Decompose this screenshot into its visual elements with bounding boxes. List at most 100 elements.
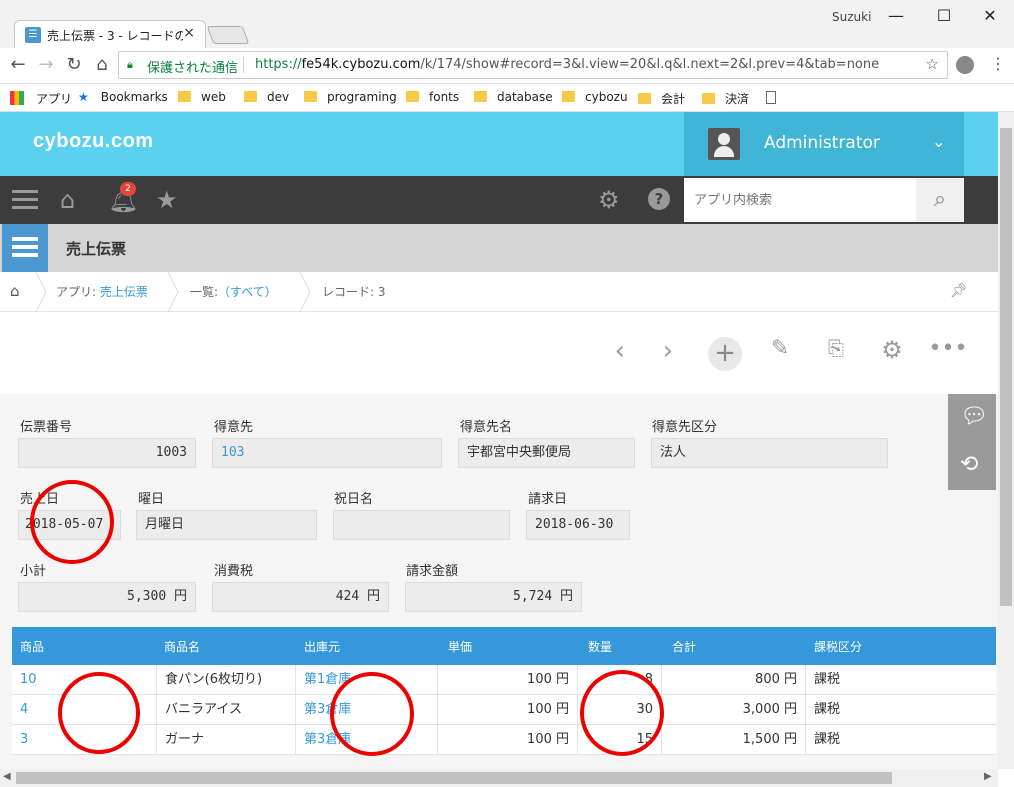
- col-header-warehouse: 出庫元: [304, 640, 341, 654]
- tab-title: 売上伝票 - 3 - レコードの詳: [47, 29, 183, 43]
- cell-total: 3,000 円: [662, 695, 806, 725]
- pin-icon[interactable]: 📌︎: [950, 283, 968, 299]
- gear-icon[interactable]: ⚙: [872, 336, 912, 364]
- bookmark-label: programing: [327, 90, 397, 104]
- field-tax: 424 円: [212, 582, 389, 612]
- field-subtotal: 5,300 円: [18, 582, 196, 612]
- app-titlebar: [0, 224, 998, 272]
- field-customer-type: 法人: [651, 438, 888, 468]
- bookmark-label: 決済: [725, 92, 750, 106]
- url-host: fe54k.cybozu.com: [301, 57, 421, 72]
- scroll-left-arrow-icon[interactable]: ◀: [3, 771, 11, 782]
- bookmark-database[interactable]: database: [474, 90, 553, 104]
- app-search-input[interactable]: [684, 178, 916, 222]
- bookmark-label: 会計: [661, 92, 686, 106]
- bookmark-accounting[interactable]: 会計: [638, 90, 685, 107]
- cell-price: 100 円: [438, 665, 578, 695]
- tab-close-icon[interactable]: ×: [183, 25, 195, 41]
- home-icon[interactable]: ⌂: [10, 282, 20, 300]
- history-icon[interactable]: ⟲: [960, 452, 978, 477]
- duplicate-icon[interactable]: ⎘: [816, 336, 856, 360]
- field-label-weekday: 曜日: [138, 492, 165, 507]
- breadcrumb-app-link[interactable]: 売上伝票: [100, 285, 148, 299]
- cell-tax-type: 課税: [814, 702, 841, 717]
- minimize-button[interactable]: —: [876, 6, 916, 25]
- gear-icon[interactable]: ⚙: [598, 186, 620, 214]
- field-label-billing-amount: 請求金額: [406, 564, 459, 579]
- address-bar[interactable]: 🔒︎ 保護された通信 https://fe54k.cybozu.com/k/17…: [118, 51, 948, 79]
- side-panel: 💬︎ ⟲: [948, 394, 996, 490]
- app-name[interactable]: 売上伝票: [66, 238, 126, 259]
- home-icon[interactable]: ⌂: [90, 54, 114, 75]
- field-label-customer: 得意先: [214, 420, 254, 435]
- hamburger-menu-icon[interactable]: [12, 190, 38, 193]
- folder-icon: [178, 91, 191, 102]
- home-icon[interactable]: ⌂: [60, 186, 75, 214]
- table-header: 商品 商品名 出庫元 単価 数量 合計 課税区分: [12, 627, 996, 665]
- bookmark-dev[interactable]: dev: [244, 90, 289, 104]
- close-window-button[interactable]: ✕: [970, 6, 1010, 25]
- bookmark-cybozu[interactable]: cybozu: [562, 90, 628, 104]
- horizontal-scroll-thumb[interactable]: [16, 772, 892, 784]
- new-tab-button[interactable]: [206, 26, 250, 44]
- menu-kebab-icon[interactable]: ⋮: [990, 54, 1006, 73]
- bookmark-apps[interactable]: アプリ: [10, 90, 72, 107]
- annotation-circle: [580, 670, 664, 756]
- app-list-icon[interactable]: [2, 224, 48, 272]
- table-row: 4 バニラアイス 第3倉庫 100 円 30 3,000 円 課税: [12, 695, 996, 725]
- bookmark-payment[interactable]: 決済: [702, 90, 749, 107]
- edit-icon[interactable]: ✎: [760, 336, 800, 361]
- url-scheme: https://: [255, 57, 302, 72]
- prev-record-icon[interactable]: ‹: [600, 336, 640, 366]
- next-record-icon[interactable]: ›: [648, 336, 688, 366]
- url-path: /k/174/show#record=3&l.view=20&l.q&l.nex…: [420, 57, 880, 72]
- bookmarks-bar: アプリ ★ Bookmarks web dev programing fonts …: [0, 84, 1014, 112]
- icon-line: [12, 245, 38, 249]
- apps-grid-icon: [10, 91, 24, 105]
- help-icon[interactable]: ?: [648, 188, 670, 210]
- bookmark-web[interactable]: web: [178, 90, 226, 104]
- folder-icon: [244, 91, 257, 102]
- field-label-subtotal: 小計: [20, 564, 47, 579]
- more-options-icon[interactable]: •••: [928, 336, 968, 361]
- field-customer-link[interactable]: 103: [212, 438, 442, 468]
- field-label-slip-no: 伝票番号: [20, 420, 73, 435]
- bookmark-programing[interactable]: programing: [304, 90, 397, 104]
- avatar[interactable]: [708, 128, 740, 160]
- page-icon[interactable]: [766, 91, 776, 104]
- cell-total: 1,500 円: [662, 725, 806, 755]
- username[interactable]: Administrator: [764, 133, 880, 153]
- field-holiday: [333, 510, 510, 540]
- star-icon[interactable]: ★: [156, 186, 178, 214]
- field-slip-no: 1003: [18, 438, 196, 468]
- breadcrumb-separator: [299, 272, 311, 312]
- reload-icon[interactable]: ↻: [62, 54, 86, 75]
- vertical-scroll-thumb[interactable]: [1000, 128, 1012, 606]
- scroll-right-arrow-icon[interactable]: ▶: [984, 771, 992, 782]
- add-record-button[interactable]: +: [708, 337, 742, 371]
- browser-profile-name[interactable]: Suzuki: [832, 10, 871, 24]
- bookmark-bookmarks[interactable]: ★ Bookmarks: [78, 90, 168, 104]
- chevron-down-icon[interactable]: ⌄: [932, 132, 945, 151]
- bookmark-star-icon[interactable]: ☆: [926, 55, 939, 73]
- back-arrow-icon[interactable]: ←: [6, 54, 30, 75]
- extension-icon[interactable]: [956, 56, 974, 74]
- folder-icon: [562, 91, 575, 102]
- folder-icon: [474, 91, 487, 102]
- bookmark-label: fonts: [429, 90, 460, 104]
- comment-icon[interactable]: 💬︎: [960, 404, 988, 429]
- forward-arrow-icon[interactable]: →: [34, 54, 58, 75]
- app-list-icon: ☰: [25, 27, 41, 43]
- cell-product-name: バニラアイス: [156, 695, 296, 725]
- bookmark-fonts[interactable]: fonts: [406, 90, 459, 104]
- search-icon[interactable]: ⌕: [916, 178, 964, 222]
- star-icon: ★: [78, 90, 89, 104]
- browser-tab[interactable]: ☰ 売上伝票 - 3 - レコードの詳 ×: [14, 20, 206, 48]
- breadcrumb-list-link[interactable]: （すべて）: [218, 285, 277, 299]
- field-label-tax: 消費税: [214, 564, 254, 579]
- bookmark-label: web: [201, 90, 226, 104]
- maximize-button[interactable]: ☐: [924, 6, 964, 25]
- address-separator: [243, 57, 244, 73]
- folder-icon: [702, 93, 715, 104]
- cybozu-logo[interactable]: cybozu.com: [33, 130, 154, 153]
